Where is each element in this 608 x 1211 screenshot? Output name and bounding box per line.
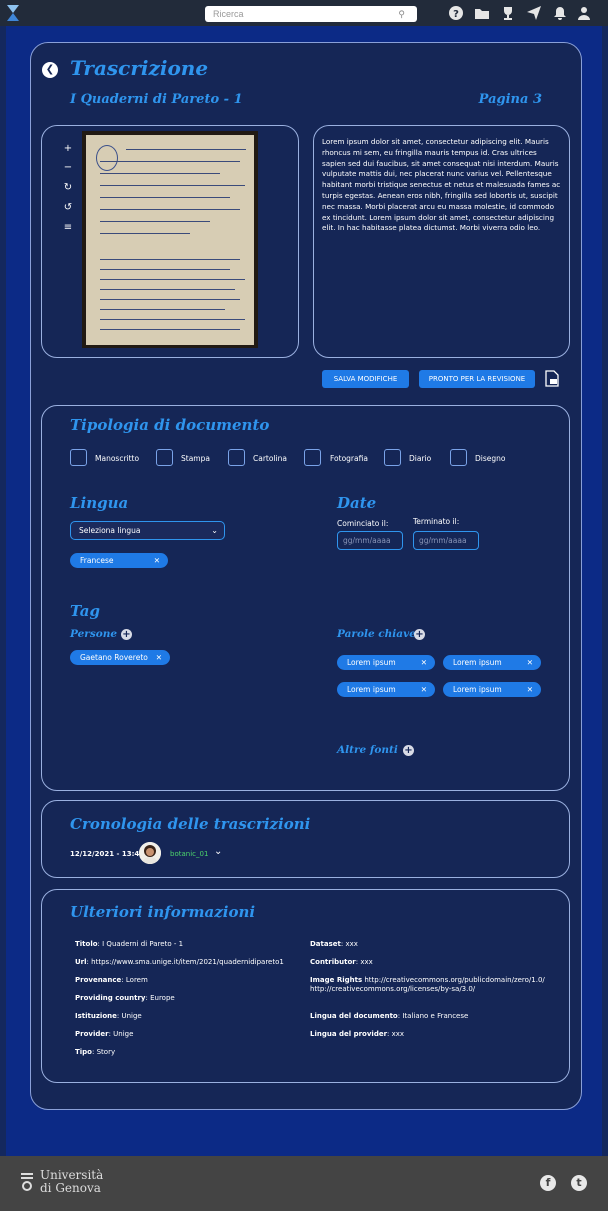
rotate-left-icon[interactable]: ↺ (62, 202, 74, 214)
save-button[interactable]: SALVA MODIFICHE (322, 370, 409, 388)
info-item: Lingua del provider: xxx (310, 1030, 405, 1038)
manuscript-image[interactable] (82, 131, 258, 348)
university-name-line2: di Genova (40, 1181, 101, 1195)
language-chip: Francese ✕ (70, 553, 168, 568)
keyword-chip: Lorem ipsum ✕ (337, 655, 435, 670)
altre-fonti-label: Altre fonti (337, 744, 398, 756)
avatar (139, 842, 161, 864)
stamp-mark (96, 145, 118, 171)
info-item: Provenance: Lorem (75, 976, 148, 984)
university-seal-icon (21, 1173, 33, 1191)
back-button[interactable]: ❮ (42, 62, 58, 78)
info-item: Lingua del documento: Italiano e Frances… (310, 1012, 469, 1020)
end-date-label: Terminato il: (413, 517, 460, 526)
remove-icon[interactable]: ✕ (154, 553, 160, 568)
info-item: Provider: Unige (75, 1030, 134, 1038)
chevron-down-icon[interactable]: ⌄ (214, 846, 222, 857)
info-item: Image Rights http://creativecommons.org/… (310, 976, 545, 993)
logo-icon[interactable] (5, 4, 21, 22)
chevron-down-icon: ⌄ (211, 526, 218, 535)
checkbox-label: Disegno (475, 454, 506, 463)
checkbox-label: Cartolina (253, 454, 287, 463)
page-title: Trascrizione (70, 56, 209, 80)
info-item: Tipo: Story (75, 1048, 116, 1056)
pdf-document-icon[interactable] (545, 370, 559, 387)
adjust-icon[interactable]: ≡ (62, 222, 74, 234)
info-item: Contributor: xxx (310, 958, 373, 966)
tipologia-title: Tipologia di documento (70, 416, 270, 434)
checkbox-label: Stampa (181, 454, 210, 463)
chip-label: Francese (80, 556, 114, 565)
search-input[interactable]: Ricerca ⚲ (205, 6, 417, 22)
checkbox-label: Manoscritto (95, 454, 140, 463)
checkbox-diario[interactable] (384, 449, 401, 466)
info-title: Ulteriori informazioni (70, 903, 256, 921)
zoom-out-icon[interactable]: − (62, 162, 74, 174)
remove-icon[interactable]: ✕ (156, 650, 162, 665)
zoom-in-icon[interactable]: + (62, 143, 74, 155)
info-item: Istituzione: Unige (75, 1012, 142, 1020)
search-icon[interactable]: ⚲ (398, 6, 405, 22)
document-title: I Quaderni di Pareto - 1 (70, 92, 243, 107)
chip-label: Lorem ipsum (347, 685, 396, 694)
history-card (41, 800, 570, 878)
parole-chiave-label: Parole chiave (337, 628, 416, 640)
folder-icon[interactable] (474, 5, 490, 21)
start-date-input[interactable]: gg/mm/aaaa (337, 531, 403, 550)
person-chip: Gaetano Rovereto ✕ (70, 650, 170, 665)
keyword-chip: Lorem ipsum ✕ (443, 655, 541, 670)
persone-label: Persone (70, 628, 118, 640)
add-person-icon[interactable]: + (121, 629, 132, 640)
add-keyword-icon[interactable]: + (414, 629, 425, 640)
trophy-icon[interactable] (500, 5, 516, 21)
start-date-label: Cominciato il: (337, 519, 389, 528)
end-date-input[interactable]: gg/mm/aaaa (413, 531, 479, 550)
checkbox-cartolina[interactable] (228, 449, 245, 466)
rotate-right-icon[interactable]: ↻ (62, 182, 74, 194)
chip-label: Lorem ipsum (453, 685, 502, 694)
language-select-value: Seleziona lingua (79, 526, 141, 535)
bell-icon[interactable] (552, 5, 568, 21)
remove-icon[interactable]: ✕ (527, 655, 533, 670)
history-date: 12/12/2021 - 13:45 (70, 850, 145, 858)
ready-for-review-button[interactable]: PRONTO PER LA REVISIONE (419, 370, 535, 388)
checkbox-stampa[interactable] (156, 449, 173, 466)
chip-label: Gaetano Rovereto (80, 653, 148, 662)
date-title: Date (337, 494, 377, 512)
facebook-icon[interactable]: f (540, 1175, 556, 1191)
chip-label: Lorem ipsum (347, 658, 396, 667)
top-bar: Ricerca ⚲ ? (0, 0, 608, 26)
info-item: Dataset: xxx (310, 940, 358, 948)
info-item: Titolo: I Quaderni di Pareto - 1 (75, 940, 184, 948)
university-logo[interactable]: Università di Genova (20, 1169, 103, 1195)
page-number: Pagina 3 (478, 92, 542, 107)
twitter-icon[interactable]: t (571, 1175, 587, 1191)
add-source-icon[interactable]: + (403, 745, 414, 756)
remove-icon[interactable]: ✕ (527, 682, 533, 697)
manuscript-page (86, 135, 254, 345)
keyword-chip: Lorem ipsum ✕ (337, 682, 435, 697)
checkbox-manoscritto[interactable] (70, 449, 87, 466)
tag-title: Tag (70, 602, 100, 620)
user-icon[interactable] (576, 5, 592, 21)
info-item: Url: https://www.sma.unige.it/item/2021/… (75, 958, 284, 966)
help-icon[interactable]: ? (448, 5, 464, 21)
keyword-chip: Lorem ipsum ✕ (443, 682, 541, 697)
language-select[interactable]: Seleziona lingua ⌄ (70, 521, 225, 540)
remove-icon[interactable]: ✕ (421, 682, 427, 697)
checkbox-fotografia[interactable] (304, 449, 321, 466)
search-placeholder: Ricerca (213, 9, 244, 19)
remove-icon[interactable]: ✕ (421, 655, 427, 670)
chip-label: Lorem ipsum (453, 658, 502, 667)
checkbox-label: Diario (409, 454, 432, 463)
transcription-text[interactable]: Lorem ipsum dolor sit amet, consectetur … (322, 137, 562, 234)
history-username[interactable]: botanic_01 (170, 850, 208, 858)
lingua-title: Lingua (70, 494, 129, 512)
send-icon[interactable] (526, 5, 542, 21)
checkbox-label: Fotografia (330, 454, 368, 463)
svg-text:?: ? (453, 9, 459, 20)
history-title: Cronologia delle trascrizioni (70, 815, 311, 833)
info-item: Providing country: Europe (75, 994, 175, 1002)
checkbox-disegno[interactable] (450, 449, 467, 466)
